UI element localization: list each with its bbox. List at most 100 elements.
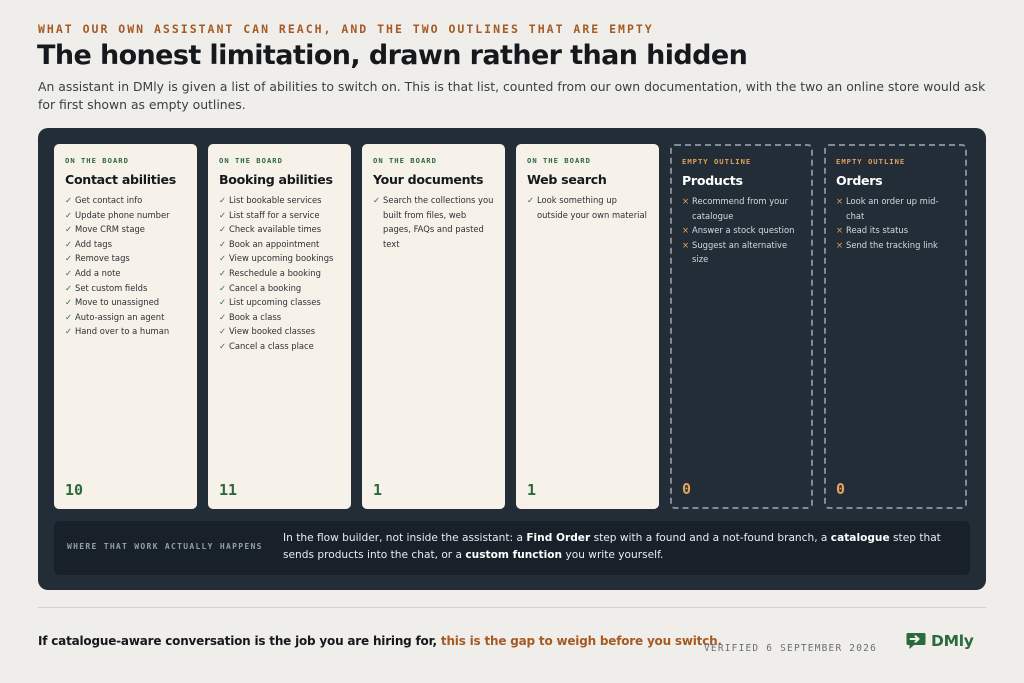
check-icon: ✓ [219, 209, 227, 220]
lede-paragraph: An assistant in DMly is given a list of … [38, 79, 986, 112]
card-title: Your documents [373, 172, 484, 187]
check-icon: ✓ [65, 326, 73, 337]
ability-item: × Suggest an alternative size [682, 238, 801, 267]
ability-item: ✓ List bookable services [219, 193, 340, 208]
ability-label: Recommend from your catalogue [692, 196, 789, 221]
ability-label: Remove tags [75, 253, 130, 264]
ability-item: ✓ Book a class [219, 310, 340, 325]
card-booking-abilities: ON THE BOARD Booking abilities ✓ List boo… [208, 144, 351, 509]
check-icon: ✓ [65, 195, 73, 205]
ability-list: ✓ List bookable services ✓ List staff for a… [219, 193, 340, 354]
abilities-board: ON THE BOARD Contact abilities ✓ Get cont… [38, 128, 986, 590]
ability-item: × Send the tracking link [836, 238, 955, 253]
where-work-happens-panel: WHERE THAT WORK ACTUALLY HAPPENS In the … [54, 521, 970, 575]
cross-icon: × [836, 196, 844, 206]
check-icon: ✓ [219, 238, 227, 249]
chat-arrow-icon [906, 633, 926, 649]
ability-label: Check available times [229, 224, 322, 235]
ability-item: ✓ Remove tags [65, 251, 186, 266]
ability-label: View booked classes [229, 326, 316, 337]
ability-label: Add a note [75, 267, 121, 278]
where-label: WHERE THAT WORK ACTUALLY HAPPENS [67, 542, 263, 551]
ability-label: Get contact info [75, 195, 143, 205]
ability-label: Suggest an alternative size [692, 239, 788, 265]
ability-label: Read its status [846, 225, 909, 236]
cross-icon: × [682, 225, 690, 236]
card-tag: ON THE BOARD [373, 156, 437, 165]
ability-item: ✓ List staff for a service [219, 208, 340, 223]
ability-label: Search the collections you built from fi… [383, 195, 494, 249]
card-products-empty: EMPTY OUTLINE Products × Recommend from y… [670, 144, 813, 509]
check-icon: ✓ [219, 195, 227, 205]
check-icon: ✓ [65, 253, 73, 264]
cross-icon: × [682, 239, 690, 250]
ability-label: Reschedule a booking [229, 267, 321, 278]
ability-label: Book a class [229, 311, 282, 322]
ability-item: × Answer a stock question [682, 223, 801, 238]
ability-count: 0 [836, 480, 846, 498]
eyebrow: WHAT OUR OWN ASSISTANT CAN REACH, AND TH… [38, 22, 654, 36]
check-icon: ✓ [219, 224, 227, 235]
ability-item: × Look an order up mid-chat [836, 194, 955, 223]
ability-item: ✓ Cancel a booking [219, 281, 340, 296]
ability-item: ✓ Move CRM stage [65, 222, 186, 237]
missing-list: × Look an order up mid-chat × Read its stat… [836, 194, 955, 252]
ability-list: ✓ Look something up outside your own mate… [527, 193, 648, 222]
check-icon: ✓ [219, 267, 227, 278]
check-icon: ✓ [527, 195, 535, 205]
check-icon: ✓ [65, 311, 73, 322]
ability-item: × Recommend from your catalogue [682, 194, 801, 223]
card-title: Contact abilities [65, 172, 176, 187]
check-icon: ✓ [219, 311, 227, 322]
ability-item: ✓ Auto-assign an agent [65, 310, 186, 325]
ability-label: Hand over to a human [75, 326, 170, 337]
check-icon: ✓ [219, 282, 227, 293]
check-icon: ✓ [65, 282, 73, 293]
ability-item: ✓ Add tags [65, 237, 186, 252]
dmly-logo: DMly [905, 631, 974, 651]
ability-item: ✓ Search the collections you built from f… [373, 193, 494, 251]
ability-item: ✓ List upcoming classes [219, 295, 340, 310]
card-contact-abilities: ON THE BOARD Contact abilities ✓ Get cont… [54, 144, 197, 509]
ability-label: List bookable services [229, 195, 322, 205]
ability-item: ✓ Reschedule a booking [219, 266, 340, 281]
ability-item: ✓ Hand over to a human [65, 324, 186, 339]
ability-label: Move to unassigned [75, 297, 160, 308]
ability-label: Cancel a class place [229, 340, 314, 351]
brand-name: DMly [931, 632, 974, 650]
ability-label: Add tags [75, 238, 112, 249]
card-orders-empty: EMPTY OUTLINE Orders × Look an order up m… [824, 144, 967, 509]
check-icon: ✓ [65, 238, 73, 249]
ability-label: List staff for a service [229, 209, 320, 220]
ability-label: List upcoming classes [229, 297, 321, 308]
ability-item: ✓ View upcoming bookings [219, 251, 340, 266]
card-tag: EMPTY OUTLINE [682, 157, 752, 166]
check-icon: ✓ [219, 340, 227, 351]
ability-item: ✓ Check available times [219, 222, 340, 237]
check-icon: ✓ [219, 297, 227, 308]
card-title: Products [682, 173, 743, 188]
page-title: The honest limitation, drawn rather than… [37, 40, 748, 71]
ability-list: ✓ Search the collections you built from f… [373, 193, 494, 251]
card-tag: ON THE BOARD [65, 156, 129, 165]
footer-accent-text: this is the gap to weigh before you swit… [440, 634, 722, 648]
ability-item: ✓ Move to unassigned [65, 295, 186, 310]
ability-count: 1 [373, 481, 383, 499]
ability-count: 0 [682, 480, 692, 498]
check-icon: ✓ [65, 267, 73, 278]
ability-item: ✓ Set custom fields [65, 281, 186, 296]
missing-list: × Recommend from your catalogue × Answer a … [682, 194, 801, 267]
check-icon: ✓ [65, 224, 73, 235]
ability-count: 1 [527, 481, 537, 499]
check-icon: ✓ [219, 253, 227, 264]
ability-label: Set custom fields [75, 282, 148, 293]
ability-item: ✓ Add a note [65, 266, 186, 281]
ability-count: 10 [65, 481, 84, 499]
where-text: In the flow builder, not inside the assi… [283, 532, 941, 561]
card-web-search: ON THE BOARD Web search ✓ Look something … [516, 144, 659, 509]
ability-label: Auto-assign an agent [75, 311, 165, 322]
ability-count: 11 [219, 481, 238, 499]
ability-item: ✓ Get contact info [65, 193, 186, 208]
ability-item: × Read its status [836, 223, 955, 238]
ability-label: Look something up outside your own mater… [537, 195, 647, 220]
